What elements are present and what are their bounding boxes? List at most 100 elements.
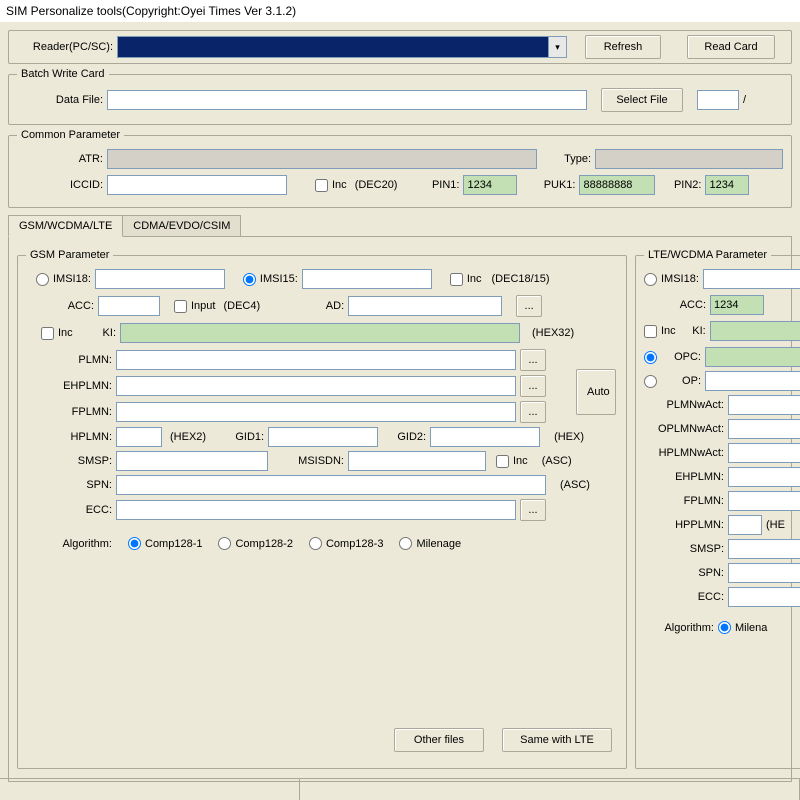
lte-op-label: OP: (661, 375, 701, 387)
gid1-input[interactable] (268, 427, 378, 447)
lte-hplmnwact-label: HPLMNwAct: (644, 447, 724, 459)
gid2-input[interactable] (430, 427, 540, 447)
spn-label: SPN: (26, 479, 112, 491)
batch-idx1-input[interactable] (697, 90, 739, 110)
lte-op-radio[interactable] (644, 375, 657, 388)
lte-ki-label: KI: (680, 325, 706, 337)
dec4-label: (DEC4) (223, 300, 260, 312)
type-input[interactable] (595, 149, 783, 169)
lte-hpplmn-input[interactable] (728, 515, 762, 535)
reader-label: Reader(PC/SC): (13, 41, 113, 53)
lte-oplmnwact-input[interactable] (728, 419, 800, 439)
ad-input[interactable] (348, 296, 502, 316)
hplmn-input[interactable] (116, 427, 162, 447)
lte-legend: LTE/WCDMA Parameter (644, 249, 771, 261)
inc-iccid-check[interactable]: Inc (315, 179, 347, 192)
lte-ki-inc-check[interactable]: Inc (644, 325, 676, 338)
comp128-1-radio[interactable]: Comp128-1 (128, 537, 202, 550)
ecc-browse-button[interactable]: ... (520, 499, 546, 521)
imsi15-input[interactable] (302, 269, 432, 289)
acc-input[interactable] (98, 296, 160, 316)
msisdn-input[interactable] (348, 451, 486, 471)
tab-cdma[interactable]: CDMA/EVDO/CSIM (122, 215, 241, 236)
tab-gsm[interactable]: GSM/WCDMA/LTE (8, 215, 123, 237)
status-seg-1 (0, 779, 300, 800)
ehplmn-label: EHPLMN: (26, 380, 112, 392)
read-card-button[interactable]: Read Card (687, 35, 775, 59)
data-file-label: Data File: (17, 94, 103, 106)
same-with-lte-button[interactable]: Same with LTE (502, 728, 612, 752)
plmn-input[interactable] (116, 350, 516, 370)
imsi18-radio[interactable]: IMSI18: (36, 273, 91, 286)
pin2-label: PIN2: (659, 179, 701, 191)
pin2-input[interactable] (705, 175, 749, 195)
type-label: Type: (541, 153, 591, 165)
lte-fplmn-input[interactable] (728, 491, 800, 511)
gsm-param-group: GSM Parameter IMSI18: IMSI15: Inc (DEC18… (17, 249, 627, 769)
lte-imsi18-input[interactable] (703, 269, 800, 289)
atr-input[interactable] (107, 149, 537, 169)
ki-input[interactable] (120, 323, 520, 343)
puk1-input[interactable] (579, 175, 655, 195)
spn-input[interactable] (116, 475, 546, 495)
select-file-button[interactable]: Select File (601, 88, 683, 112)
lte-hplmnwact-input[interactable] (728, 443, 800, 463)
dec1815-label: (DEC18/15) (492, 273, 550, 285)
lte-ehplmn-input[interactable] (728, 467, 800, 487)
hex-label: (HEX) (554, 431, 584, 443)
imsi18-input[interactable] (95, 269, 225, 289)
lte-ki-input[interactable] (710, 321, 800, 341)
other-files-button[interactable]: Other files (394, 728, 484, 752)
reader-dropdown-body[interactable] (117, 36, 549, 58)
tab-body: GSM Parameter IMSI18: IMSI15: Inc (DEC18… (8, 236, 792, 782)
lte-spn-label: SPN: (644, 567, 724, 579)
lte-acc-input[interactable] (710, 295, 764, 315)
ecc-input[interactable] (116, 500, 516, 520)
ad-label: AD: (264, 300, 344, 312)
puk1-label: PUK1: (521, 179, 575, 191)
ehplmn-input[interactable] (116, 376, 516, 396)
lte-opc-input[interactable] (705, 347, 800, 367)
chevron-down-icon[interactable] (549, 36, 567, 58)
data-file-input[interactable] (107, 90, 587, 110)
asc-label1: (ASC) (542, 455, 572, 467)
lte-algorithm-label: Algorithm: (644, 622, 714, 634)
reader-dropdown[interactable] (117, 36, 567, 58)
lte-opc-radio[interactable] (644, 351, 657, 364)
lte-milenage-radio[interactable]: Milena (718, 621, 767, 634)
comp128-2-radio[interactable]: Comp128-2 (218, 537, 292, 550)
lte-plmnwact-label: PLMNwAct: (644, 399, 724, 411)
fplmn-browse-button[interactable]: ... (520, 401, 546, 423)
comp128-3-radio[interactable]: Comp128-3 (309, 537, 383, 550)
lte-oplmnwact-label: OPLMNwAct: (644, 423, 724, 435)
common-legend: Common Parameter (17, 129, 124, 141)
batch-write-group: Batch Write Card Data File: Select File … (8, 68, 792, 125)
smsp-input[interactable] (116, 451, 268, 471)
refresh-button[interactable]: Refresh (585, 35, 661, 59)
imsi-inc-check[interactable]: Inc (450, 273, 482, 286)
window-title: SIM Personalize tools(Copyright:Oyei Tim… (0, 0, 800, 22)
milenage-radio[interactable]: Milenage (399, 537, 461, 550)
ad-browse-button[interactable]: ... (516, 295, 542, 317)
lte-smsp-label: SMSP: (644, 543, 724, 555)
lte-imsi18-radio[interactable]: IMSI18: (644, 273, 699, 286)
lte-ecc-input[interactable] (728, 587, 800, 607)
msisdn-inc-check[interactable]: Inc (496, 455, 528, 468)
lte-op-input[interactable] (705, 371, 800, 391)
imsi15-radio[interactable]: IMSI15: (243, 273, 298, 286)
iccid-input[interactable] (107, 175, 287, 195)
iccid-label: ICCID: (17, 179, 103, 191)
lte-spn-input[interactable] (728, 563, 800, 583)
fplmn-input[interactable] (116, 402, 516, 422)
lte-smsp-input[interactable] (728, 539, 800, 559)
pin1-input[interactable] (463, 175, 517, 195)
auto-button[interactable]: Auto (576, 369, 616, 415)
ehplmn-browse-button[interactable]: ... (520, 375, 546, 397)
ki-inc-check[interactable] (26, 327, 54, 340)
plmn-browse-button[interactable]: ... (520, 349, 546, 371)
lte-plmnwact-input[interactable] (728, 395, 800, 415)
lte-hex-label: (HE (766, 519, 785, 531)
tab-strip: GSM/WCDMA/LTE CDMA/EVDO/CSIM (8, 214, 792, 236)
asc-label2: (ASC) (560, 479, 590, 491)
acc-input-check[interactable]: Input (174, 300, 215, 313)
